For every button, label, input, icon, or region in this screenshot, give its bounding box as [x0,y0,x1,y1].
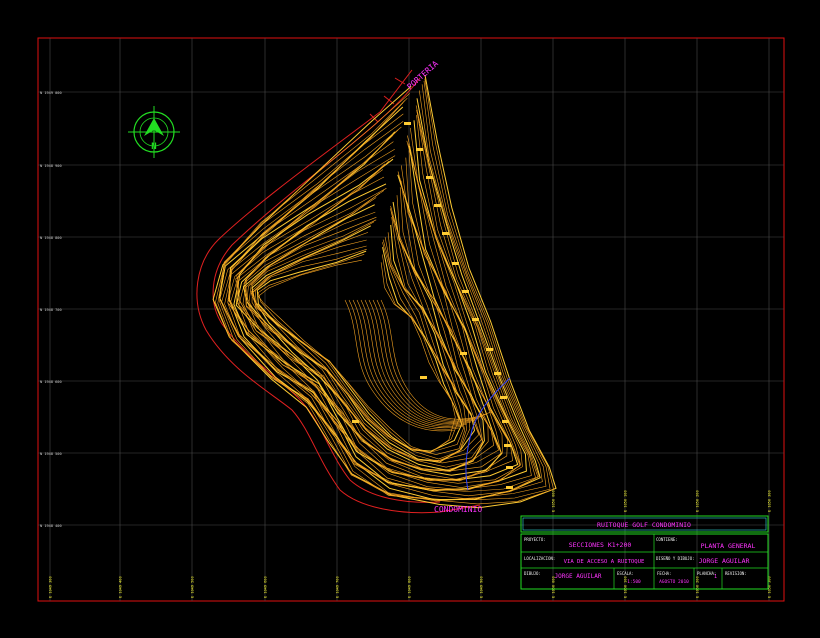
localizacion-label: LOCALIZACION: [524,556,555,561]
contour-line [348,299,460,430]
north-arrow-icon: N [128,106,180,158]
easting-label: E 1049 800 [408,576,412,598]
easting-label: E 1050 200 [696,576,700,598]
contour-line [219,84,547,501]
northing-label: N 1948 500 [40,452,62,456]
north-arrow-label: N [151,142,156,152]
fecha-label: FECHA: [657,571,671,576]
contour-label [494,372,501,375]
plancha-value: 1 [714,574,717,580]
contour-line [256,246,463,452]
northing-label: N 1949 000 [40,91,62,95]
escala-value: 1:500 [627,579,641,585]
contour-label [416,148,423,151]
contour-label [420,376,427,379]
northing-label: N 1948 700 [40,308,62,312]
easting-label: E 1049 900 [480,576,484,598]
contour-label [442,232,449,235]
condominio-label: CONDOMINIO [434,505,482,514]
contour-line [219,90,543,502]
localizacion-value: VIA DE ACCESO A RUITOQUE [564,559,645,565]
dibujo-label: DIBUJO: [524,571,541,576]
contour-line [344,299,456,432]
cad-drawing: N 1949 000 N 1948 900 N 1948 800 N 1948 700… [37,37,785,602]
easting-label: E 1050 000 [552,490,556,512]
dibujo-value: JORGE AGUILAR [555,573,602,580]
easting-label: E 1049 300 [49,576,53,598]
northing-label: N 1948 900 [40,164,62,168]
contour-label [404,122,411,125]
northing-label: N 1948 400 [40,524,62,528]
topographic-contours [212,74,557,509]
fecha-value: AGOSTO 2010 [659,579,689,585]
contour-line [248,211,482,461]
title-block: RUITOQUE GOLF CONDOMINIO PROYECTO: SECCI… [520,515,769,590]
contour-label [452,262,459,265]
contour-label [506,486,513,489]
contour-label [434,204,441,207]
proyecto-value: SECCIONES K1+200 [569,541,632,549]
northing-label: N 1948 600 [40,380,62,384]
revision-label: REVISION: [725,571,747,576]
easting-label: E 1050 100 [624,490,628,512]
title-block-header: RUITOQUE GOLF CONDOMINIO [597,521,691,529]
northing-labels: N 1949 000 N 1948 900 N 1948 800 N 1948 700… [40,91,62,528]
easting-label: E 1049 400 [119,576,123,598]
porteria-label: PORTERIA [405,59,440,92]
diseno-value: JORGE AGUILAR [699,557,750,565]
easting-label: E 1049 600 [264,576,268,598]
contour-label [506,466,513,469]
easting-label: E 1049 700 [336,576,340,598]
contour-label [486,348,493,351]
contour-label [504,444,511,447]
contour-label [472,318,479,321]
proyecto-label: PROYECTO: [524,537,546,542]
contiene-label: CONTIENE: [656,537,678,542]
contour-line [221,109,539,497]
contiene-value: PLANTA GENERAL [701,542,756,550]
northing-label: N 1948 800 [40,236,62,240]
contour-label [460,352,467,355]
contour-label [426,176,433,179]
easting-label: E 1050 300 [768,490,772,512]
diseno-label: DISEÑO Y DIBUJO: [656,556,695,561]
contour-label [502,420,509,423]
contour-label [500,396,507,399]
contour-label [462,290,469,293]
contour-label [352,420,359,423]
easting-label: E 1050 200 [696,490,700,512]
escala-label: ESCALA: [617,571,634,576]
easting-label: E 1049 500 [191,576,195,598]
